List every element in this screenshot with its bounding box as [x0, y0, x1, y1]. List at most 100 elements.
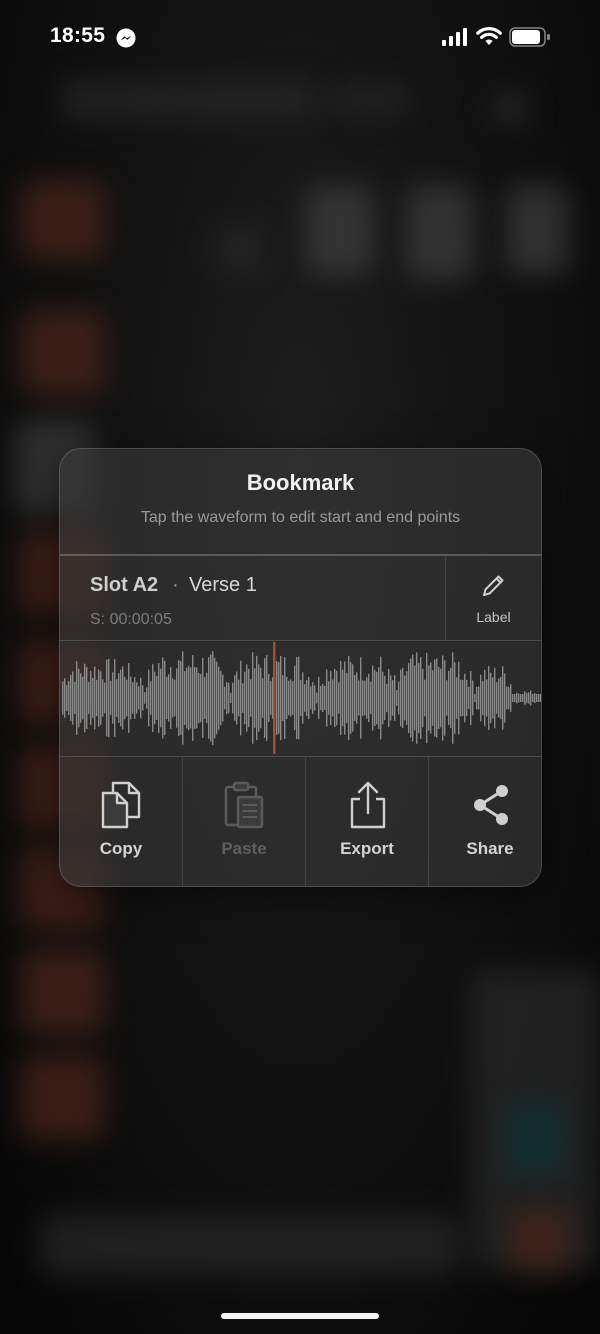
- copy-button[interactable]: Copy: [61, 757, 181, 886]
- playhead-marker[interactable]: [273, 642, 276, 754]
- waveform-bars: [62, 650, 541, 746]
- bg-blur: [20, 950, 105, 1035]
- waveform-bar: [506, 686, 508, 710]
- waveform-bar: [316, 692, 318, 704]
- waveform-bar: [504, 673, 506, 723]
- waveform-bar: [450, 667, 452, 729]
- share-label: Share: [466, 839, 514, 858]
- waveform[interactable]: [60, 640, 541, 756]
- waveform-bar: [222, 674, 224, 722]
- waveform-bar: [282, 675, 284, 721]
- bookmark-subtitle: Tap the waveform to edit start and end p…: [140, 509, 461, 526]
- waveform-bar: [290, 679, 292, 717]
- waveform-bar: [468, 686, 470, 710]
- waveform-bar: [392, 680, 394, 716]
- waveform-bar: [470, 670, 472, 726]
- paste-button[interactable]: Paste: [184, 757, 304, 886]
- waveform-graphic: [62, 642, 541, 754]
- waveform-bar: [284, 657, 286, 739]
- waveform-bar: [200, 673, 202, 723]
- waveform-bar: [368, 673, 370, 723]
- waveform-bar: [170, 667, 172, 729]
- waveform-bar: [346, 672, 348, 724]
- start-time: S: 00:00:05: [90, 611, 172, 628]
- waveform-bar: [318, 677, 320, 719]
- waveform-bar: [70, 674, 72, 722]
- waveform-bar: [434, 659, 436, 737]
- waveform-bar: [362, 680, 364, 716]
- bg-blur: [510, 1210, 570, 1270]
- waveform-bar: [118, 673, 120, 723]
- waveform-bar: [476, 686, 478, 710]
- waveform-bar: [198, 672, 200, 724]
- waveform-bar: [78, 668, 80, 728]
- waveform-bar: [134, 677, 136, 719]
- waveform-bar: [242, 683, 244, 713]
- waveform-bar: [492, 677, 494, 719]
- waveform-bar: [62, 681, 64, 715]
- waveform-bar: [358, 680, 360, 716]
- waveform-bar: [162, 657, 164, 739]
- waveform-bar: [194, 667, 196, 729]
- waveform-bar: [102, 679, 104, 717]
- waveform-bar: [72, 671, 74, 725]
- waveform-bar: [540, 694, 541, 702]
- waveform-bar: [120, 669, 122, 727]
- waveform-bar: [84, 663, 86, 733]
- waveform-bar: [246, 664, 248, 732]
- waveform-bar: [208, 657, 210, 739]
- waveform-bar: [386, 683, 388, 713]
- waveform-bar: [432, 670, 434, 726]
- bg-blur: [505, 1105, 565, 1175]
- waveform-bar: [216, 661, 218, 735]
- waveform-bar: [428, 665, 430, 731]
- waveform-bar: [378, 667, 380, 729]
- waveform-bar: [206, 672, 208, 724]
- waveform-bar: [100, 671, 102, 725]
- waveform-bar: [240, 660, 242, 736]
- waveform-bar: [380, 656, 382, 740]
- waveform-bar: [442, 655, 444, 741]
- waveform-bar: [266, 655, 268, 741]
- waveform-bar: [406, 671, 408, 725]
- waveform-bar: [522, 694, 524, 702]
- waveform-bar: [514, 694, 516, 702]
- waveform-bar: [466, 679, 468, 717]
- waveform-bar: [210, 654, 212, 742]
- waveform-bar: [300, 679, 302, 717]
- waveform-bar: [168, 674, 170, 722]
- waveform-bar: [458, 661, 460, 735]
- waveform-bar: [452, 652, 454, 744]
- waveform-bar: [212, 650, 214, 746]
- waveform-bar: [128, 663, 130, 733]
- waveform-bar: [150, 681, 152, 715]
- waveform-bar: [394, 675, 396, 721]
- waveform-bar: [186, 667, 188, 729]
- waveform-bar: [372, 665, 374, 731]
- waveform-bar: [86, 666, 88, 730]
- waveform-bar: [122, 666, 124, 730]
- export-button[interactable]: Export: [307, 757, 427, 886]
- waveform-bar: [292, 681, 294, 715]
- slot-separator: ·: [172, 574, 179, 596]
- waveform-bar: [490, 672, 492, 724]
- slot-name: Slot A2: [90, 574, 159, 596]
- waveform-bar: [276, 661, 278, 735]
- bg-blur: [60, 80, 320, 120]
- copy-icon: [101, 781, 141, 829]
- waveform-bar: [96, 679, 98, 717]
- waveform-bar: [404, 675, 406, 721]
- wifi-icon: [476, 27, 502, 45]
- waveform-bar: [124, 676, 126, 720]
- waveform-bar: [444, 660, 446, 736]
- share-button[interactable]: Share: [430, 757, 541, 886]
- bookmark-card: Bookmark Tap the waveform to edit start …: [59, 448, 542, 887]
- waveform-bar: [138, 686, 140, 710]
- action-divider: [182, 757, 183, 886]
- bg-blur: [40, 1215, 460, 1275]
- waveform-bar: [268, 673, 270, 723]
- waveform-bar: [248, 668, 250, 728]
- waveform-bar: [370, 681, 372, 715]
- bookmark-title: Bookmark: [246, 470, 355, 495]
- label-button[interactable]: Label: [446, 556, 541, 640]
